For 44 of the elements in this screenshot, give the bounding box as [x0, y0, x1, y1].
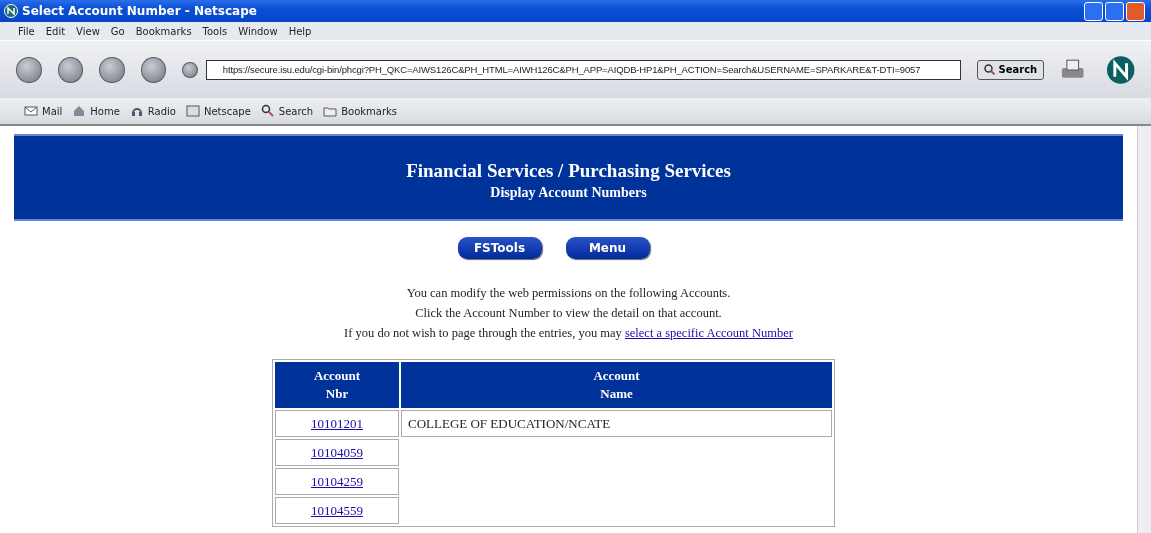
- menu-item[interactable]: Go: [110, 23, 125, 39]
- search-icon: [260, 104, 275, 118]
- stop-button[interactable]: [140, 56, 167, 83]
- menu-item[interactable]: Help: [288, 23, 312, 39]
- address-field[interactable]: https://secure.isu.edu/cgi-bin/phcgi?PH_QKC=AIWS126C&PH_HTML=AIWH126C&PH_APP=AIQDB-HP1&PH_ACTION=Search&USERNAME=SPARKARE&T-DTI=9057: [205, 59, 961, 80]
- banner-title: Financial Services / Purchasing Services: [405, 160, 732, 182]
- toolbar-button[interactable]: Mail: [24, 103, 63, 119]
- intro-text: Click the Account Number to view the detail on that account.: [414, 305, 723, 322]
- nav-button[interactable]: Menu: [565, 237, 650, 259]
- nav-button[interactable]: FSTools: [457, 237, 542, 259]
- column-header: Account Nbr: [275, 362, 399, 408]
- forward-button[interactable]: [57, 56, 84, 83]
- toolbar-button[interactable]: Search: [260, 103, 314, 119]
- menu-item[interactable]: Bookmarks: [135, 23, 192, 39]
- menu-item[interactable]: Edit: [45, 23, 66, 39]
- toolbar-button[interactable]: Home: [72, 103, 120, 119]
- app-icon: [4, 4, 18, 18]
- toolbar-button[interactable]: Bookmarks: [323, 103, 398, 119]
- menu-item[interactable]: Window: [238, 23, 278, 39]
- scrollbar[interactable]: [1137, 126, 1151, 533]
- banner-subtitle: Display Account Numbers: [489, 184, 648, 202]
- minimize-button[interactable]: [1084, 1, 1103, 21]
- folder-icon: [323, 104, 338, 118]
- maximize-button[interactable]: [1105, 1, 1124, 21]
- menu-item[interactable]: View: [76, 23, 100, 39]
- table-cell: COLLEGE OF EDUCATION/NCATE: [401, 410, 832, 437]
- intro-text: If you do not wish to page through the entries, you may select a specific Account Number: [344, 325, 793, 342]
- toolbar-button[interactable]: Radio: [129, 103, 176, 119]
- home-icon: [72, 104, 87, 118]
- link[interactable]: select a specific Account Number: [624, 326, 793, 340]
- mail-icon: [24, 104, 38, 118]
- search-icon: [983, 64, 995, 75]
- menu-item[interactable]: File: [18, 23, 35, 39]
- dropdown-button[interactable]: [182, 61, 198, 78]
- column-header: Account Name: [401, 362, 832, 408]
- toolbar-button[interactable]: Netscape: [185, 103, 251, 119]
- menu-item[interactable]: Tools: [202, 23, 228, 39]
- back-button[interactable]: [16, 56, 42, 83]
- intro-text: You can modify the web permissions on the following Accounts.: [405, 285, 732, 302]
- reload-button[interactable]: [99, 56, 125, 83]
- netscape-logo: [1105, 54, 1136, 85]
- close-button[interactable]: [1126, 1, 1145, 21]
- search-button[interactable]: Search: [976, 59, 1045, 80]
- window-title: Select Account Number - Netscape: [22, 3, 257, 20]
